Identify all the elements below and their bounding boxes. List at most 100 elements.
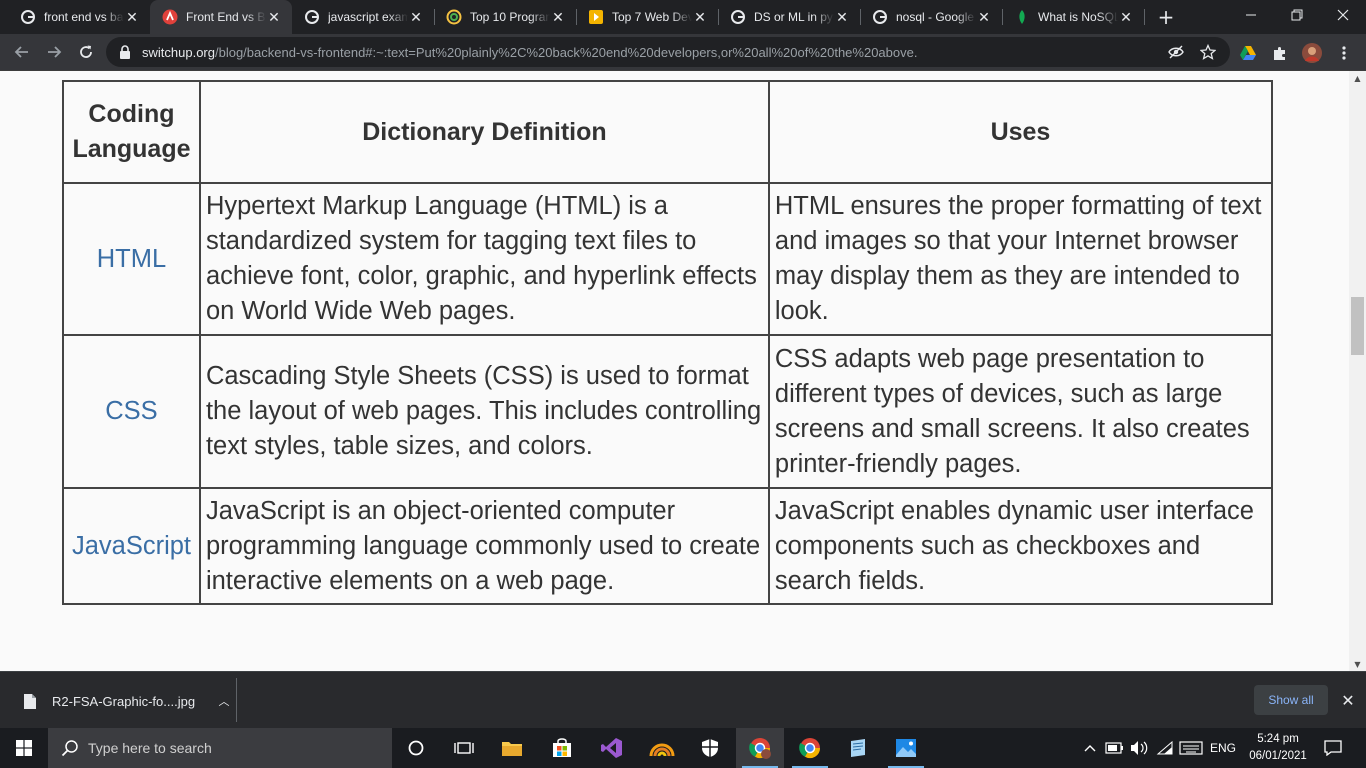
circle-site-icon <box>446 9 462 25</box>
chrome-profile-icon[interactable] <box>736 728 784 768</box>
uses-cell: CSS adapts web page presentation to diff… <box>767 334 1274 489</box>
google-icon <box>730 9 746 25</box>
language-link-css[interactable]: CSS <box>62 334 201 489</box>
header-coding-language: Coding Language <box>62 80 201 184</box>
close-tab-icon[interactable]: ✕ <box>124 9 140 25</box>
close-tab-icon[interactable]: ✕ <box>1118 9 1134 25</box>
tab-strip: front end vs back end ✕ Front End vs Bac… <box>0 0 1366 34</box>
tab-separator <box>1144 9 1145 25</box>
google-icon <box>20 9 36 25</box>
table-row: CSS Cascading Style Sheets (CSS) is used… <box>62 334 1274 489</box>
tab-ds-or-ml[interactable]: DS or ML in python ✕ <box>718 0 860 34</box>
chevron-up-icon[interactable]: ︿ <box>212 693 236 709</box>
download-file-name: R2-FSA-Graphic-fo....jpg <box>52 693 196 709</box>
table-header-row: Coding Language Dictionary Definition Us… <box>62 80 1274 184</box>
windows-taskbar: Type here to search ENG 5:24 pm 06/01/20… <box>0 728 1366 768</box>
photos-app-icon[interactable] <box>882 728 930 768</box>
language-link-javascript[interactable]: JavaScript <box>62 487 201 605</box>
tab-javascript-examples[interactable]: javascript examples ✕ <box>292 0 434 34</box>
tab-what-is-nosql[interactable]: What is NoSQL ✕ <box>1002 0 1144 34</box>
google-icon <box>872 9 888 25</box>
tab-top-7-web-development[interactable]: Top 7 Web Development ✕ <box>576 0 718 34</box>
definition-cell: JavaScript is an object-oriented compute… <box>198 487 770 605</box>
search-placeholder: Type here to search <box>88 740 212 756</box>
security-shield-icon[interactable] <box>686 728 734 768</box>
mongodb-leaf-icon <box>1014 9 1030 25</box>
table-row: HTML Hypertext Markup Language (HTML) is… <box>62 182 1274 336</box>
scroll-thumb[interactable] <box>1351 297 1364 355</box>
star-icon[interactable] <box>1200 44 1216 60</box>
uses-cell: HTML ensures the proper formatting of te… <box>767 182 1274 336</box>
wifi-icon[interactable] <box>1154 728 1176 768</box>
cortana-icon[interactable] <box>392 728 440 768</box>
clock-time: 5:24 pm <box>1257 733 1299 745</box>
show-all-button[interactable]: Show all <box>1254 685 1328 715</box>
keyboard-icon[interactable] <box>1178 728 1204 768</box>
definition-cell: Hypertext Markup Language (HTML) is a st… <box>198 182 770 336</box>
table-row: JavaScript JavaScript is an object-orien… <box>62 487 1274 605</box>
close-shelf-icon[interactable]: ✕ <box>1338 690 1358 710</box>
close-window-button[interactable] <box>1320 0 1366 30</box>
slides-icon <box>588 9 604 25</box>
back-button[interactable] <box>8 38 36 66</box>
language-indicator[interactable]: ENG <box>1208 728 1238 768</box>
reload-button[interactable] <box>72 38 100 66</box>
taskbar-clock[interactable]: 5:24 pm 06/01/2021 <box>1236 731 1320 765</box>
switchup-icon <box>162 9 178 25</box>
page-scrollbar[interactable]: ▲ ▼ <box>1349 71 1366 671</box>
download-item[interactable]: R2-FSA-Graphic-fo....jpg ︿ <box>12 681 236 721</box>
lock-icon[interactable] <box>118 44 132 60</box>
extensions-puzzle-icon[interactable] <box>1270 43 1290 63</box>
google-icon <box>304 9 320 25</box>
new-tab-button[interactable]: + <box>1154 5 1178 29</box>
windows-start-icon[interactable] <box>0 728 48 768</box>
battery-icon[interactable] <box>1104 728 1126 768</box>
address-bar[interactable]: switchup.org/blog/backend-vs-frontend#:~… <box>106 37 1230 67</box>
notification-icon[interactable] <box>1320 728 1346 768</box>
profile-avatar[interactable] <box>1302 43 1322 63</box>
url-host: switchup.org <box>142 44 215 60</box>
page-viewport: Coding Language Dictionary Definition Us… <box>0 71 1349 671</box>
tab-front-end-vs-back-end[interactable]: front end vs back end ✕ <box>0 0 150 34</box>
search-icon <box>60 738 80 758</box>
visual-studio-icon[interactable] <box>588 728 636 768</box>
chevron-up-tray-icon[interactable] <box>1080 728 1100 768</box>
file-icon <box>22 692 38 710</box>
eye-slash-icon[interactable] <box>1168 44 1184 60</box>
close-tab-icon[interactable]: ✕ <box>834 9 850 25</box>
tab-top-10-programming[interactable]: Top 10 Programming ✕ <box>434 0 576 34</box>
close-tab-icon[interactable]: ✕ <box>550 9 566 25</box>
notepad-app-icon[interactable] <box>834 728 882 768</box>
scroll-down-arrow-icon[interactable]: ▼ <box>1349 657 1366 671</box>
close-tab-icon[interactable]: ✕ <box>408 9 424 25</box>
close-tab-icon[interactable]: ✕ <box>266 9 282 25</box>
kebab-menu-icon[interactable] <box>1334 43 1354 63</box>
browser-toolbar: switchup.org/blog/backend-vs-frontend#:~… <box>0 34 1366 71</box>
clock-date: 06/01/2021 <box>1249 750 1307 762</box>
forward-button[interactable] <box>40 38 68 66</box>
rainbow-arc-app-icon[interactable] <box>638 728 686 768</box>
close-tab-icon[interactable]: ✕ <box>692 9 708 25</box>
close-tab-icon[interactable]: ✕ <box>976 9 992 25</box>
minimize-button[interactable] <box>1228 0 1274 30</box>
task-view-icon[interactable] <box>440 728 488 768</box>
scroll-up-arrow-icon[interactable]: ▲ <box>1349 71 1366 85</box>
url-text: switchup.org/blog/backend-vs-frontend#:~… <box>142 45 917 60</box>
chrome-icon[interactable] <box>786 728 834 768</box>
language-link-html[interactable]: HTML <box>62 182 201 336</box>
divider <box>236 678 237 722</box>
header-uses: Uses <box>767 80 1274 184</box>
tab-front-end-vs-back-end-active[interactable]: Front End vs Back End ✕ <box>150 0 292 34</box>
microsoft-store-icon[interactable] <box>538 728 586 768</box>
taskbar-search-box[interactable]: Type here to search <box>48 728 392 768</box>
restore-button[interactable] <box>1274 0 1320 30</box>
google-drive-extension-icon[interactable] <box>1238 43 1258 63</box>
file-explorer-icon[interactable] <box>488 728 536 768</box>
volume-icon[interactable] <box>1128 728 1150 768</box>
definition-cell: Cascading Style Sheets (CSS) is used to … <box>198 334 770 489</box>
download-shelf: R2-FSA-Graphic-fo....jpg ︿ Show all ✕ <box>0 671 1366 728</box>
uses-cell: JavaScript enables dynamic user interfac… <box>767 487 1274 605</box>
header-dictionary-definition: Dictionary Definition <box>198 80 770 184</box>
coding-language-table: Coding Language Dictionary Definition Us… <box>62 80 1274 605</box>
tab-nosql-google[interactable]: nosql - Google Search ✕ <box>860 0 1002 34</box>
